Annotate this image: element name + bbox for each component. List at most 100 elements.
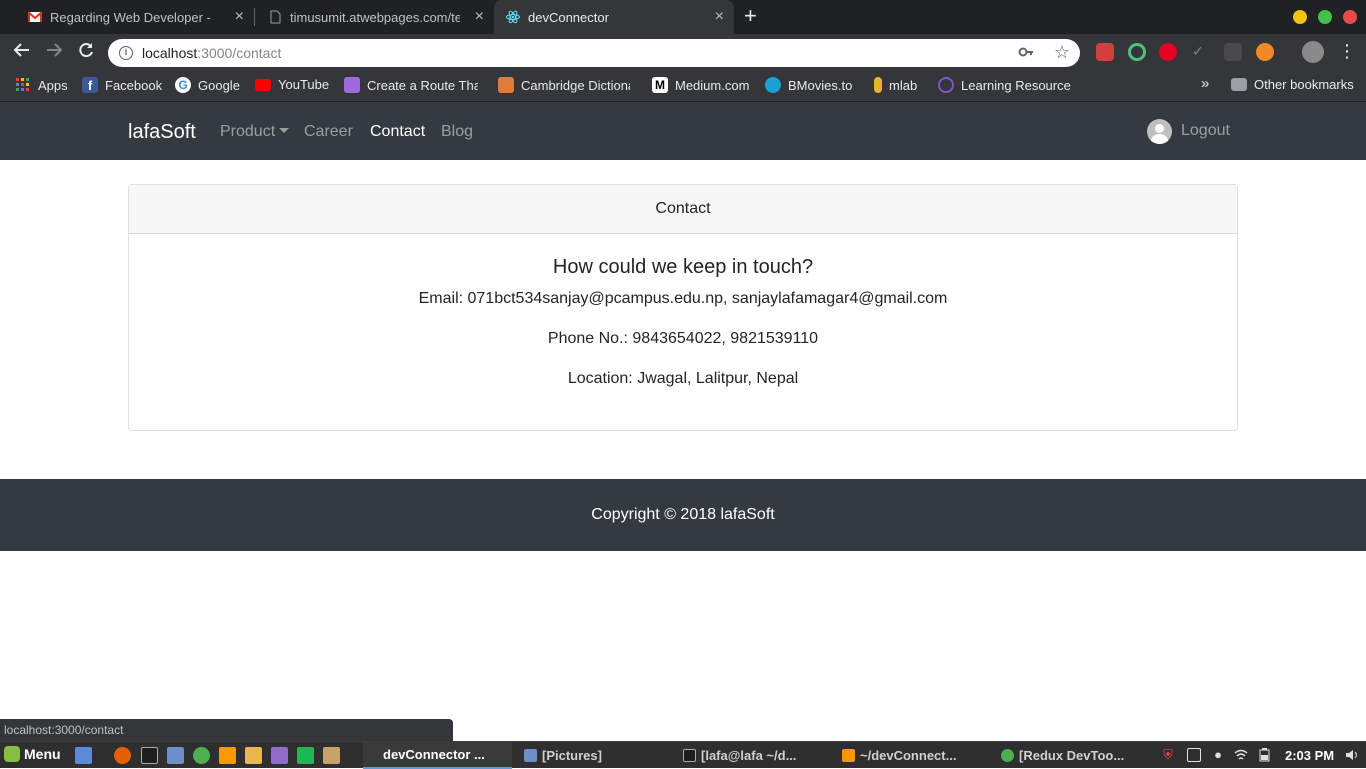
react-icon xyxy=(506,10,520,24)
bookmark-mlab[interactable]: mlab xyxy=(870,77,917,93)
terminal-icon[interactable] xyxy=(141,747,158,764)
start-menu-button[interactable]: Menu xyxy=(4,746,61,762)
profile-avatar[interactable] xyxy=(1302,41,1324,63)
caret-down-icon xyxy=(279,128,290,133)
tab-title: devConnector xyxy=(528,9,609,25)
site-footer: Copyright © 2018 lafaSoft xyxy=(0,479,1366,551)
files-icon[interactable] xyxy=(167,747,184,764)
site-navbar: lafaSoft Product Career Contact Blog Log… xyxy=(0,102,1366,160)
bookmark-google[interactable]: G Google xyxy=(175,77,240,93)
check-extension-icon[interactable]: ✓ xyxy=(1192,43,1210,61)
bookmark-label: Medium.com xyxy=(675,77,750,93)
extension-orange-icon[interactable] xyxy=(1256,43,1274,61)
user-avatar-icon[interactable] xyxy=(1147,119,1172,144)
clipboard-icon[interactable] xyxy=(1187,748,1201,762)
pinterest-icon[interactable] xyxy=(1159,43,1177,61)
bookmark-label: Create a Route That xyxy=(367,77,478,93)
nav-product-label: Product xyxy=(220,123,276,140)
sublime-icon[interactable] xyxy=(219,747,236,764)
extension-red-icon[interactable] xyxy=(1096,43,1114,61)
tab-gmail[interactable]: Regarding Web Developer - 07 × xyxy=(0,0,254,34)
bookmark-create-route[interactable]: Create a Route That xyxy=(344,77,478,93)
spotify-icon[interactable] xyxy=(297,747,314,764)
show-desktop-icon[interactable] xyxy=(75,747,92,764)
nav-product-dropdown[interactable]: Product xyxy=(220,123,290,141)
page-icon xyxy=(268,10,282,24)
cloud-icon xyxy=(344,77,360,93)
contact-card: Contact How could we keep in touch? Emai… xyxy=(128,184,1238,431)
back-arrow-icon[interactable] xyxy=(13,41,31,63)
notes-icon[interactable] xyxy=(245,747,262,764)
tab-atwebpages[interactable]: timusumit.atwebpages.com/te × xyxy=(254,0,494,34)
brand-link[interactable]: lafaSoft xyxy=(128,121,196,144)
clock: 2:03 PM xyxy=(1285,748,1335,763)
task-label: [Pictures] xyxy=(542,748,602,763)
bookmark-learning-resources[interactable]: Learning Resources xyxy=(938,77,1071,93)
video-icon[interactable] xyxy=(271,747,288,764)
close-tab-icon[interactable]: × xyxy=(715,9,724,25)
minimize-button[interactable] xyxy=(1293,10,1307,24)
url-host: localhost xyxy=(142,45,198,61)
reload-icon[interactable] xyxy=(77,41,95,63)
more-bookmarks-chevron-icon[interactable]: » xyxy=(1201,75,1209,92)
maximize-button[interactable] xyxy=(1318,10,1332,24)
image-viewer-icon[interactable] xyxy=(323,747,340,764)
bookmark-label: Facebook xyxy=(105,77,163,93)
shield-icon[interactable]: ⛨ xyxy=(1161,748,1175,762)
speaker-icon[interactable] xyxy=(1345,748,1359,762)
site-info-icon[interactable]: i xyxy=(119,46,133,60)
tab-title: timusumit.atwebpages.com/te xyxy=(290,9,460,25)
logout-link[interactable]: Logout xyxy=(1181,122,1230,140)
nav-blog[interactable]: Blog xyxy=(441,123,473,141)
battery-icon[interactable] xyxy=(1258,748,1272,762)
bookmark-facebook[interactable]: f Facebook xyxy=(82,77,162,93)
medium-icon: M xyxy=(652,77,668,93)
bookmark-label: BMovies.to xyxy=(788,77,853,93)
google-icon: G xyxy=(175,77,191,93)
task-redux-devtools[interactable]: [Redux DevToo... xyxy=(1001,742,1124,769)
close-tab-icon[interactable]: × xyxy=(475,9,484,25)
card-header: Contact xyxy=(129,185,1237,234)
folder-icon xyxy=(1231,78,1247,91)
mint-logo-icon xyxy=(4,746,20,762)
gmail-icon xyxy=(27,10,43,24)
facebook-icon: f xyxy=(82,77,98,93)
forward-arrow-icon[interactable] xyxy=(45,41,63,63)
extension-green-icon[interactable] xyxy=(1128,43,1146,61)
youtube-icon xyxy=(255,78,271,91)
os-taskbar: Menu devConnector ... [Pictures] [lafa@l… xyxy=(0,741,1366,769)
chrome-icon[interactable] xyxy=(193,747,210,764)
wifi-icon[interactable] xyxy=(1234,748,1248,762)
learning-icon xyxy=(938,77,954,93)
task-label: [lafa@lafa ~/d... xyxy=(701,748,797,763)
key-icon[interactable] xyxy=(1018,44,1034,63)
nav-contact[interactable]: Contact xyxy=(370,123,425,141)
bookmarks-bar: Apps f Facebook G Google YouTube Create … xyxy=(0,70,1366,102)
address-bar[interactable]: i localhost:3000/contact ☆ xyxy=(108,39,1080,67)
nav-career[interactable]: Career xyxy=(304,123,353,141)
extension-dark-icon[interactable] xyxy=(1224,43,1242,61)
tab-devconnector[interactable]: devConnector × xyxy=(494,0,734,34)
bookmark-star-icon[interactable]: ☆ xyxy=(1054,42,1070,63)
browser-menu-icon[interactable]: ⋮ xyxy=(1338,41,1356,61)
bookmark-bmovies[interactable]: BMovies.to xyxy=(765,77,852,93)
close-window-button[interactable] xyxy=(1343,10,1357,24)
task-pictures[interactable]: [Pictures] xyxy=(524,742,602,769)
contact-phone: Phone No.: 9843654022, 9821539110 xyxy=(547,330,819,347)
copyright-text: Copyright © 2018 lafaSoft xyxy=(591,506,775,523)
bookmark-youtube[interactable]: YouTube xyxy=(255,77,329,92)
bookmark-medium[interactable]: M Medium.com xyxy=(652,77,749,93)
bookmark-apps[interactable]: Apps xyxy=(15,77,68,93)
url-path: :3000/contact xyxy=(197,45,282,61)
task-terminal[interactable]: [lafa@lafa ~/d... xyxy=(683,742,796,769)
firefox-icon[interactable] xyxy=(114,747,131,764)
user-icon[interactable]: ● xyxy=(1211,748,1225,762)
bookmark-other[interactable]: Other bookmarks xyxy=(1231,77,1354,92)
new-tab-icon[interactable]: + xyxy=(744,5,757,27)
bookmark-label: Other bookmarks xyxy=(1254,77,1354,92)
bookmark-cambridge[interactable]: Cambridge Dictiona xyxy=(498,77,630,93)
close-tab-icon[interactable]: × xyxy=(235,9,244,25)
task-sublime[interactable]: ~/devConnect... xyxy=(842,742,956,769)
apps-grid-icon xyxy=(15,77,31,93)
task-devconnector[interactable]: devConnector ... xyxy=(363,742,512,769)
